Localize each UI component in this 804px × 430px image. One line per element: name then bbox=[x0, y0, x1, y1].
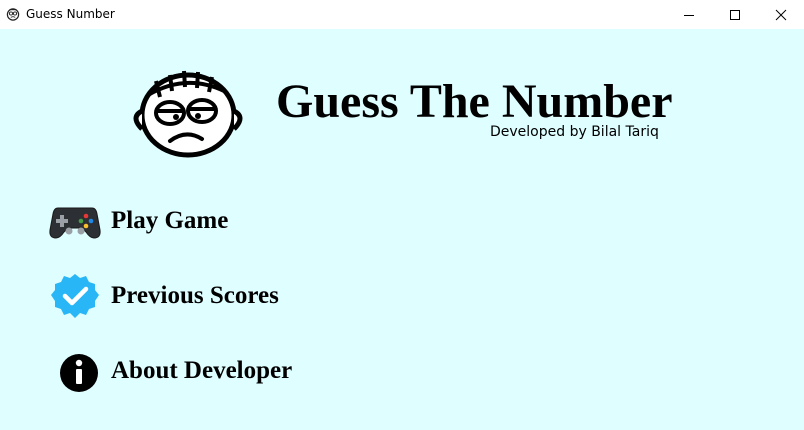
app-window: Guess Number Guess The Number Developed … bbox=[0, 0, 804, 430]
window-title: Guess Number bbox=[26, 7, 115, 21]
maximize-icon bbox=[730, 10, 740, 20]
main-content: Guess The Number Developed by Bilal Tari… bbox=[0, 29, 804, 430]
title-bar[interactable]: Guess Number bbox=[0, 0, 804, 29]
minimize-icon bbox=[684, 15, 694, 16]
face-icon bbox=[6, 8, 20, 21]
close-icon bbox=[775, 9, 787, 21]
close-button[interactable] bbox=[758, 0, 804, 29]
info-icon bbox=[60, 354, 98, 392]
play-game-label: Play Game bbox=[111, 207, 229, 234]
stitched-face-icon bbox=[133, 70, 243, 158]
previous-scores-label: Previous Scores bbox=[111, 282, 279, 309]
previous-scores-button[interactable]: Previous Scores bbox=[48, 273, 348, 319]
app-title: Guess The Number bbox=[276, 75, 673, 128]
play-game-button[interactable]: Play Game bbox=[48, 198, 348, 244]
about-developer-label: About Developer bbox=[111, 357, 293, 384]
maximize-button[interactable] bbox=[712, 0, 758, 29]
app-subtitle: Developed by Bilal Tariq bbox=[490, 124, 659, 140]
minimize-button[interactable] bbox=[666, 0, 712, 29]
gamepad-icon bbox=[49, 207, 101, 239]
verified-badge-icon bbox=[51, 274, 99, 318]
about-developer-button[interactable]: About Developer bbox=[48, 348, 348, 394]
